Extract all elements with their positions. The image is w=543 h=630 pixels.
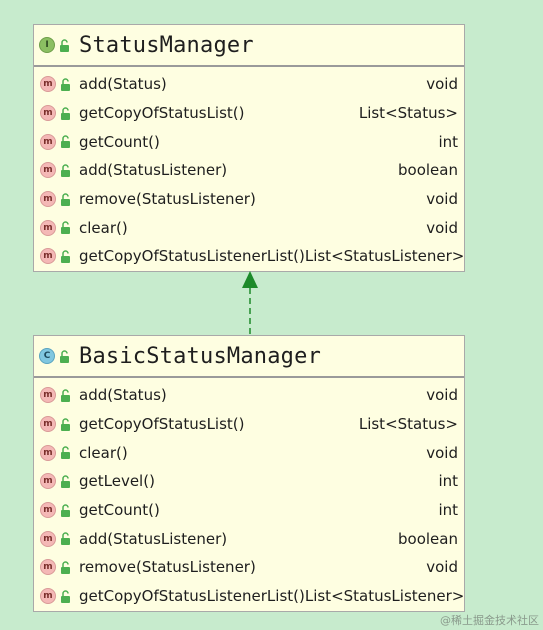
- class-header: C BasicStatusManager: [34, 336, 464, 378]
- member-return-type: boolean: [398, 161, 458, 180]
- interface-header: I StatusManager: [34, 25, 464, 67]
- lock-open-icon: [61, 106, 70, 120]
- member-row[interactable]: m getCopyOfStatusList() List<Status>: [34, 410, 464, 439]
- method-icon: m: [40, 416, 56, 433]
- method-icon: m: [40, 473, 56, 490]
- member-row[interactable]: m add(StatusListener) boolean: [34, 156, 464, 185]
- method-icon: m: [40, 588, 56, 605]
- class-member-list: m add(Status) void m getCopyOfStatusList…: [34, 378, 464, 611]
- member-name: remove(StatusListener): [79, 558, 256, 577]
- member-row[interactable]: m getCopyOfStatusList() List<Status>: [34, 99, 464, 128]
- member-return-type: List<StatusListener>: [304, 587, 465, 606]
- method-icon: m: [40, 191, 56, 208]
- member-name: getCopyOfStatusListenerList(): [79, 587, 305, 606]
- member-return-type: void: [426, 75, 458, 94]
- member-name: getCopyOfStatusList(): [79, 415, 245, 434]
- member-return-type: void: [426, 386, 458, 405]
- class-box-basic-status-manager[interactable]: C BasicStatusManager m add(Status) void …: [33, 335, 465, 612]
- interface-name: StatusManager: [79, 32, 254, 58]
- method-icon: m: [40, 105, 56, 122]
- lock-open-icon: [60, 349, 69, 363]
- interface-member-list: m add(Status) void m getCopyOfStatusList…: [34, 67, 464, 271]
- arrow-head: [242, 271, 258, 288]
- interface-box-status-manager[interactable]: I StatusManager m add(Status) void m get…: [33, 24, 465, 272]
- member-return-type: int: [438, 501, 458, 520]
- method-icon: m: [40, 387, 56, 404]
- member-name: clear(): [79, 218, 128, 237]
- lock-open-icon: [61, 532, 70, 546]
- lock-open-icon: [61, 446, 70, 460]
- member-return-type: List<StatusListener>: [304, 247, 465, 266]
- member-return-type: void: [426, 558, 458, 577]
- method-icon: m: [40, 162, 56, 179]
- lock-open-icon: [60, 38, 69, 52]
- member-row[interactable]: m add(StatusListener) boolean: [34, 524, 464, 553]
- member-return-type: int: [438, 472, 458, 491]
- member-return-type: List<Status>: [358, 415, 458, 434]
- member-return-type: int: [438, 132, 458, 151]
- member-row[interactable]: m getCopyOfStatusListenerList() List<Sta…: [34, 242, 464, 271]
- member-name: add(StatusListener): [79, 529, 228, 548]
- member-row[interactable]: m add(Status) void: [34, 70, 464, 99]
- member-row[interactable]: m getLevel() int: [34, 467, 464, 496]
- member-name: add(StatusListener): [79, 161, 228, 180]
- lock-open-icon: [61, 503, 70, 517]
- lock-open-icon: [61, 164, 70, 177]
- member-name: getCopyOfStatusList(): [79, 104, 245, 123]
- member-return-type: void: [426, 190, 458, 209]
- member-name: getCopyOfStatusListenerList(): [79, 247, 305, 266]
- interface-icon: I: [39, 37, 55, 53]
- member-name: add(Status): [79, 75, 167, 94]
- member-row[interactable]: m add(Status) void: [34, 381, 464, 410]
- method-icon: m: [40, 248, 56, 265]
- lock-open-icon: [61, 475, 70, 488]
- lock-open-icon: [61, 250, 70, 263]
- member-return-type: boolean: [398, 529, 458, 548]
- method-icon: m: [40, 219, 56, 236]
- member-name: getCount(): [79, 501, 160, 520]
- class-icon: C: [39, 348, 55, 364]
- member-name: add(Status): [79, 386, 167, 405]
- member-row[interactable]: m remove(StatusListener) void: [34, 553, 464, 582]
- member-return-type: void: [426, 218, 458, 237]
- member-row[interactable]: m getCount() int: [34, 127, 464, 156]
- method-icon: m: [40, 559, 56, 576]
- method-icon: m: [40, 133, 56, 150]
- member-row[interactable]: m remove(StatusListener) void: [34, 185, 464, 214]
- realization-arrow: [242, 271, 258, 336]
- member-name: remove(StatusListener): [79, 190, 256, 209]
- method-icon: m: [40, 530, 56, 547]
- member-name: getLevel(): [79, 472, 155, 491]
- lock-open-icon: [61, 389, 70, 402]
- class-name: BasicStatusManager: [79, 343, 322, 369]
- lock-open-icon: [61, 135, 70, 149]
- lock-open-icon: [61, 192, 70, 206]
- watermark: @稀土掘金技术社区: [440, 614, 539, 627]
- lock-open-icon: [61, 561, 70, 574]
- member-row[interactable]: m getCopyOfStatusListenerList() List<Sta…: [34, 582, 464, 611]
- member-return-type: List<Status>: [358, 104, 458, 123]
- member-name: clear(): [79, 443, 128, 462]
- member-name: getCount(): [79, 132, 160, 151]
- lock-open-icon: [61, 221, 70, 235]
- member-row[interactable]: m clear() void: [34, 213, 464, 242]
- method-icon: m: [40, 76, 56, 93]
- lock-open-icon: [61, 417, 70, 431]
- member-row[interactable]: m getCount() int: [34, 496, 464, 525]
- method-icon: m: [40, 502, 56, 519]
- member-row[interactable]: m clear() void: [34, 438, 464, 467]
- lock-open-icon: [61, 589, 70, 603]
- method-icon: m: [40, 444, 56, 461]
- member-return-type: void: [426, 443, 458, 462]
- lock-open-icon: [61, 78, 70, 91]
